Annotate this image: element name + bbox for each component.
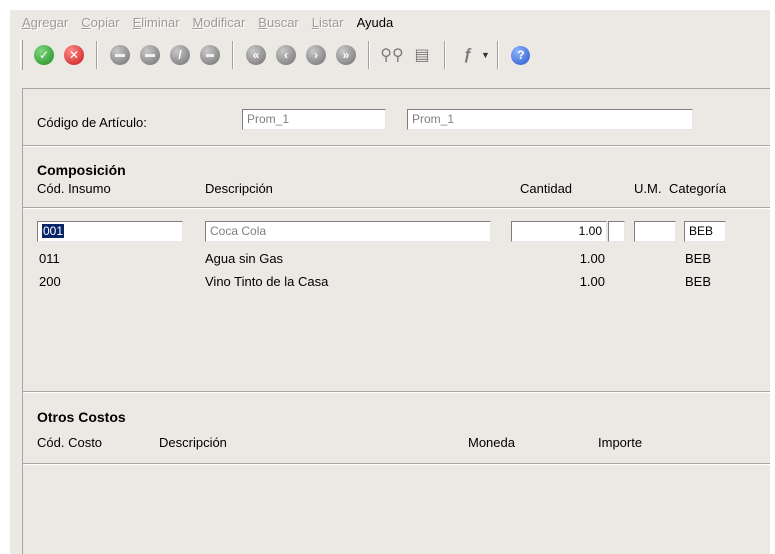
row-codigo: 011 — [39, 251, 60, 266]
row-descripcion: Vino Tinto de la Casa — [205, 274, 329, 289]
menu-modificar[interactable]: Modificar — [193, 15, 246, 30]
record-previous-icon: ‹ — [276, 45, 296, 65]
otros-costos-title: Otros Costos — [37, 409, 126, 425]
record-last-icon: » — [336, 45, 356, 65]
toolbar-separator — [96, 41, 98, 69]
col-descripcion: Descripción — [205, 181, 273, 196]
composicion-title: Composición — [37, 162, 126, 178]
record-next-icon: › — [306, 45, 326, 65]
record-previous-button[interactable]: ‹ — [274, 43, 298, 67]
chevron-down-icon[interactable]: ▼ — [481, 50, 490, 60]
app-window: Agregar Copiar Eliminar Modificar Buscar… — [10, 10, 770, 554]
cancel-icon: ✕ — [64, 45, 84, 65]
print-preview-icon: ▤ — [414, 47, 430, 64]
um-input[interactable] — [634, 221, 676, 242]
divider — [23, 145, 770, 147]
menu-listar[interactable]: Listar — [312, 15, 344, 30]
main-panel: Código de Artículo: Prom_1 Prom_1 Compos… — [22, 88, 770, 554]
divider — [23, 463, 770, 465]
row-codigo: 200 — [39, 274, 61, 289]
col-importe: Importe — [598, 435, 643, 450]
first-icon — [110, 45, 130, 65]
toolbar-separator — [368, 41, 370, 69]
print-preview-button[interactable]: ▤ — [410, 43, 434, 67]
row-descripcion: Agua sin Gas — [205, 251, 284, 266]
cantidad-extra-input[interactable] — [608, 221, 625, 242]
codigo-articulo-input[interactable]: Prom_1 — [242, 109, 386, 130]
tools-button[interactable]: ƒ — [456, 43, 480, 67]
binoculars-icon: ⚲⚲ — [380, 47, 404, 64]
categoria-input[interactable]: BEB — [684, 221, 726, 242]
previous-button[interactable] — [138, 43, 162, 67]
col-categoria: Categoría — [669, 181, 727, 196]
divider — [23, 391, 770, 393]
divider — [23, 207, 770, 209]
next-icon: / — [170, 45, 190, 65]
menu-eliminar[interactable]: Eliminar — [133, 15, 180, 30]
toolbar-grip[interactable] — [20, 40, 23, 70]
insumo-code-input[interactable]: 001 — [37, 221, 183, 242]
insumo-descripcion-input[interactable]: Coca Cola — [205, 221, 491, 242]
menu-ayuda[interactable]: Ayuda — [357, 15, 394, 30]
row-categoria: BEB — [685, 274, 712, 289]
first-button[interactable] — [108, 43, 132, 67]
toolbar-separator — [232, 41, 234, 69]
toolbar-separator — [444, 41, 446, 69]
help-button[interactable]: ? — [509, 43, 533, 67]
row-cantidad: 1.00 — [579, 251, 605, 266]
col-cantidad: Cantidad — [520, 181, 573, 196]
menu-buscar[interactable]: Buscar — [258, 15, 298, 30]
col-cod-costo: Cód. Costo — [37, 435, 103, 450]
col-costo-descripcion: Descripción — [159, 435, 227, 450]
record-next-button[interactable]: › — [304, 43, 328, 67]
cantidad-input[interactable]: 1.00 — [511, 221, 607, 242]
col-cod-insumo: Cód. Insumo — [37, 181, 111, 196]
record-first-icon: « — [246, 45, 266, 65]
search-button[interactable]: ⚲⚲ — [380, 43, 404, 67]
toolbar: ✓ ✕ / « ‹ › » ⚲⚲ ▤ ƒ ▼ ? — [16, 36, 536, 74]
codigo-articulo-label: Código de Artículo: — [37, 115, 147, 130]
toolbar-separator — [496, 41, 499, 69]
last-icon — [200, 45, 220, 65]
col-um: U.M. — [634, 181, 662, 196]
tools-icon: ƒ — [463, 46, 473, 63]
accept-button[interactable]: ✓ — [32, 43, 56, 67]
last-button[interactable] — [198, 43, 222, 67]
record-last-button[interactable]: » — [334, 43, 358, 67]
menu-agregar[interactable]: Agregar — [22, 15, 68, 30]
descripcion-articulo-input[interactable]: Prom_1 — [407, 109, 693, 130]
row-categoria: BEB — [685, 251, 712, 266]
cancel-button[interactable]: ✕ — [62, 43, 86, 67]
record-first-button[interactable]: « — [244, 43, 268, 67]
menu-copiar[interactable]: Copiar — [81, 15, 119, 30]
help-icon: ? — [511, 45, 531, 65]
next-button[interactable]: / — [168, 43, 192, 67]
check-icon: ✓ — [34, 45, 54, 65]
row-cantidad: 1.00 — [579, 274, 605, 289]
col-moneda: Moneda — [468, 435, 515, 450]
previous-icon — [140, 45, 160, 65]
menu-bar: Agregar Copiar Eliminar Modificar Buscar… — [10, 10, 770, 34]
